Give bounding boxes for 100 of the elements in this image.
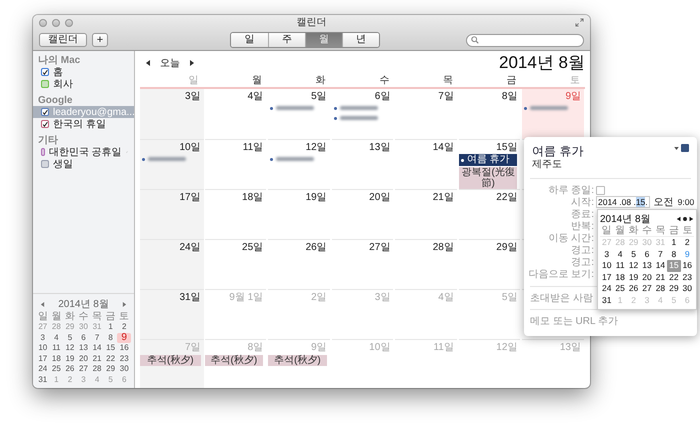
picker-day[interactable]: 6 xyxy=(640,248,654,260)
blurred-event[interactable] xyxy=(334,113,378,123)
mini-calendar-day[interactable]: 30 xyxy=(117,364,131,374)
calendar-item[interactable]: 홈 xyxy=(33,66,134,78)
next-icon[interactable] xyxy=(189,60,195,66)
mini-calendar-day[interactable]: 31 xyxy=(36,374,50,385)
all-day-event[interactable]: 추석(秋夕) xyxy=(204,355,264,366)
previous-month-icon[interactable] xyxy=(40,302,45,306)
mini-calendar-day[interactable]: 15 xyxy=(104,343,118,354)
picker-day[interactable]: 11 xyxy=(613,260,627,272)
picker-day[interactable]: 30 xyxy=(680,283,694,294)
calendar-item[interactable]: 생일 xyxy=(33,158,134,170)
checkbox[interactable] xyxy=(41,108,49,116)
calendar-item[interactable]: 대한민국 공휴일 xyxy=(33,146,134,158)
picker-day[interactable]: 25 xyxy=(613,283,627,294)
picker-day[interactable]: 8 xyxy=(667,248,681,260)
mini-calendar-day[interactable]: 1 xyxy=(104,322,118,332)
mini-calendar-day[interactable]: 19 xyxy=(63,354,77,364)
blurred-event[interactable] xyxy=(524,103,568,113)
mini-calendar-day[interactable]: 12 xyxy=(63,343,77,354)
calendar-item[interactable]: 회사 xyxy=(33,78,134,90)
picker-day[interactable]: 2 xyxy=(680,237,694,248)
picker-day[interactable]: 13 xyxy=(640,260,654,272)
all-day-event[interactable]: 광복절(光復節) xyxy=(458,167,518,189)
mini-calendar-day[interactable]: 27 xyxy=(76,364,90,374)
checkbox[interactable] xyxy=(41,80,49,88)
event[interactable]: 여름 휴가 xyxy=(458,154,518,166)
mini-calendar-day[interactable]: 26 xyxy=(63,364,77,374)
mini-calendar-day[interactable]: 24 xyxy=(36,364,50,374)
blurred-event[interactable] xyxy=(270,103,314,113)
mini-calendar-day[interactable]: 20 xyxy=(76,354,90,364)
mini-calendar-day[interactable]: 22 xyxy=(104,354,118,364)
picker-day[interactable]: 28 xyxy=(654,283,668,294)
mini-calendar-day[interactable]: 29 xyxy=(104,364,118,374)
mini-calendar-day[interactable]: 23 xyxy=(117,354,131,364)
picker-day[interactable]: 5 xyxy=(626,248,640,260)
search-field[interactable] xyxy=(466,34,584,46)
am-pm-field[interactable]: 오전 xyxy=(654,195,674,209)
picker-day[interactable]: 17 xyxy=(600,272,614,283)
event-location[interactable]: 제주도 xyxy=(532,159,562,171)
mini-calendar-day[interactable]: 13 xyxy=(76,343,90,354)
picker-day[interactable]: 3 xyxy=(600,248,614,260)
all-day-event[interactable]: 추석(秋夕) xyxy=(268,355,327,366)
mini-calendar-day[interactable]: 14 xyxy=(90,343,104,354)
mini-calendar-day[interactable]: 16 xyxy=(117,343,131,354)
start-time-field[interactable]: 9:00 xyxy=(678,197,694,207)
calendar-color-swatch[interactable] xyxy=(681,144,689,152)
picker-day[interactable]: 18 xyxy=(613,272,627,283)
caret-icon[interactable] xyxy=(674,146,679,150)
event-title[interactable]: 여름 휴가 xyxy=(532,144,584,159)
mini-calendar-day[interactable]: 6 xyxy=(76,332,90,343)
mini-calendar-day[interactable]: 9 xyxy=(117,332,131,343)
checkbox[interactable] xyxy=(41,148,45,156)
close-button[interactable] xyxy=(39,18,47,26)
view-tab[interactable]: 일 xyxy=(231,33,268,47)
picker-day[interactable]: 27 xyxy=(640,283,654,294)
view-tab[interactable]: 주 xyxy=(268,33,305,47)
mini-calendar-day[interactable]: 11 xyxy=(50,343,64,354)
blurred-event[interactable] xyxy=(334,103,378,113)
zoom-button[interactable] xyxy=(65,18,73,26)
picker-day[interactable]: 4 xyxy=(613,248,627,260)
checkbox[interactable] xyxy=(41,120,49,128)
picker-day[interactable]: 14 xyxy=(654,260,668,272)
mini-calendar-day[interactable]: 28 xyxy=(90,364,104,374)
month-navigation-icon[interactable] xyxy=(676,216,694,222)
view-tab[interactable]: 년 xyxy=(342,33,379,47)
mini-calendar-day[interactable]: 3 xyxy=(36,332,50,343)
picker-day[interactable]: 9 xyxy=(680,248,694,260)
checkbox[interactable] xyxy=(41,160,49,168)
mini-calendar-day[interactable]: 10 xyxy=(36,343,50,354)
fullscreen-icon[interactable] xyxy=(575,18,584,27)
mini-calendar-day[interactable]: 18 xyxy=(50,354,64,364)
picker-day[interactable]: 31 xyxy=(600,294,614,306)
picker-day[interactable]: 16 xyxy=(680,260,694,272)
picker-day[interactable]: 10 xyxy=(600,260,614,272)
all-day-event[interactable]: 추석(秋夕) xyxy=(140,355,201,366)
mini-calendar-day[interactable]: 21 xyxy=(90,354,104,364)
mini-calendar-day[interactable]: 25 xyxy=(50,364,64,374)
today-button[interactable]: 오늘 xyxy=(156,56,184,70)
picker-day[interactable]: 20 xyxy=(640,272,654,283)
picker-day[interactable]: 23 xyxy=(680,272,694,283)
mini-calendar-day[interactable]: 2 xyxy=(117,322,131,332)
all-day-checkbox[interactable] xyxy=(596,186,605,194)
calendars-button[interactable]: 캘린더 xyxy=(39,33,87,47)
mini-calendar-day[interactable]: 5 xyxy=(63,332,77,343)
previous-icon[interactable] xyxy=(145,60,151,66)
picker-day[interactable]: 21 xyxy=(654,272,668,283)
picker-day[interactable]: 19 xyxy=(626,272,640,283)
mini-calendar-day[interactable]: 7 xyxy=(90,332,104,343)
add-button[interactable]: + xyxy=(92,33,108,47)
blurred-event[interactable] xyxy=(142,154,186,164)
picker-day[interactable]: 12 xyxy=(626,260,640,272)
picker-day[interactable]: 24 xyxy=(600,283,614,294)
start-date-field[interactable]: 2014 .08 .15. xyxy=(596,196,650,208)
minimize-button[interactable] xyxy=(52,18,60,26)
next-month-icon[interactable] xyxy=(122,302,127,306)
mini-calendar-day[interactable]: 17 xyxy=(36,354,50,364)
picker-day[interactable]: 26 xyxy=(626,283,640,294)
blurred-event[interactable] xyxy=(270,154,314,164)
calendar-item[interactable]: 한국의 휴일 xyxy=(33,118,134,130)
